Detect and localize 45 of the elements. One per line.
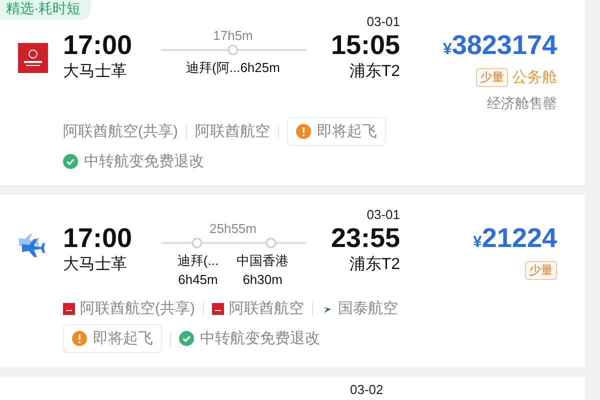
total-duration: 25h55m — [210, 221, 256, 237]
low-stock-badge: 少量 — [525, 261, 557, 280]
warning-icon — [72, 331, 87, 346]
departing-soon-tag: 即将起飞 — [63, 324, 162, 353]
departing-soon-tag: 即将起飞 — [287, 117, 386, 146]
price: ¥21224 — [473, 223, 557, 255]
flight-card[interactable]: 17:00 大马士革 25h55m 迪拜(... 6h45m 中国香港 6h30m 03-01 23:55 浦东T2 ¥21224 少量 阿联酋航空(共享) 阿联酋航空 国泰航空 即将起飞 中转航变免费退改 — [0, 195, 585, 367]
check-icon — [179, 331, 194, 346]
airline-name: 国泰航空 — [338, 299, 398, 318]
arrival-time: 15:05 — [330, 30, 400, 60]
stopover-duration: 6h45m — [178, 271, 218, 289]
departure-airport: 大马士革 — [63, 255, 128, 275]
flight-card[interactable]: 03-02 — [0, 377, 585, 400]
flight-card[interactable]: 精选·耗时短 17:00 大马士革 17h5m 迪拜(阿...6h25m 03-01 15:05 浦东T2 ¥3823174 少量 公务舱 经济舱售罄 阿联酋航空(共享) 阿联酋航空 即将起飞 中转航变免费退改 — [0, 0, 585, 185]
airline-name: 阿联酋航空(共享) — [80, 299, 195, 318]
airline-name: 阿联酋航空 — [195, 122, 270, 141]
airline-logo-icon — [212, 302, 224, 314]
airline-name: 阿联酋航空(共享) — [63, 122, 178, 141]
sold-out-note: 经济舱售罄 — [487, 95, 557, 113]
stopover-city: 迪拜(阿... — [186, 59, 240, 77]
arrival-date: 03-01 — [366, 207, 400, 223]
departure-time: 17:00 — [63, 223, 134, 253]
stopover-city: 迪拜(... — [177, 252, 219, 270]
total-duration: 17h5m — [213, 28, 253, 44]
price: ¥3823174 — [442, 30, 557, 62]
check-icon — [63, 154, 78, 169]
warning-icon — [296, 124, 311, 139]
departure-airport: 大马士革 — [63, 62, 128, 82]
airline-name: 阿联酋航空 — [229, 299, 304, 318]
stopover-duration: 6h30m — [242, 271, 282, 289]
cabin-class: 公务舱 — [512, 68, 557, 87]
stopover-city: 中国香港 — [236, 252, 289, 270]
refund-policy-text: 中转航变免费退改 — [84, 152, 204, 171]
plane-icon — [18, 232, 48, 260]
arrival-airport: 浦东T2 — [349, 62, 400, 82]
arrival-date: 03-02 — [350, 382, 384, 399]
arrival-date: 03-01 — [366, 14, 400, 30]
low-stock-badge: 少量 — [476, 68, 508, 87]
refund-policy-text: 中转航变免费退改 — [200, 329, 320, 348]
arrival-time: 23:55 — [330, 223, 400, 253]
recommend-tag: 精选·耗时短 — [0, 0, 91, 20]
airline-logo-icon — [63, 302, 75, 314]
arrival-airport: 浦东T2 — [349, 255, 400, 275]
departure-time: 17:00 — [63, 30, 134, 60]
stopover-duration: 6h25m — [240, 59, 280, 77]
